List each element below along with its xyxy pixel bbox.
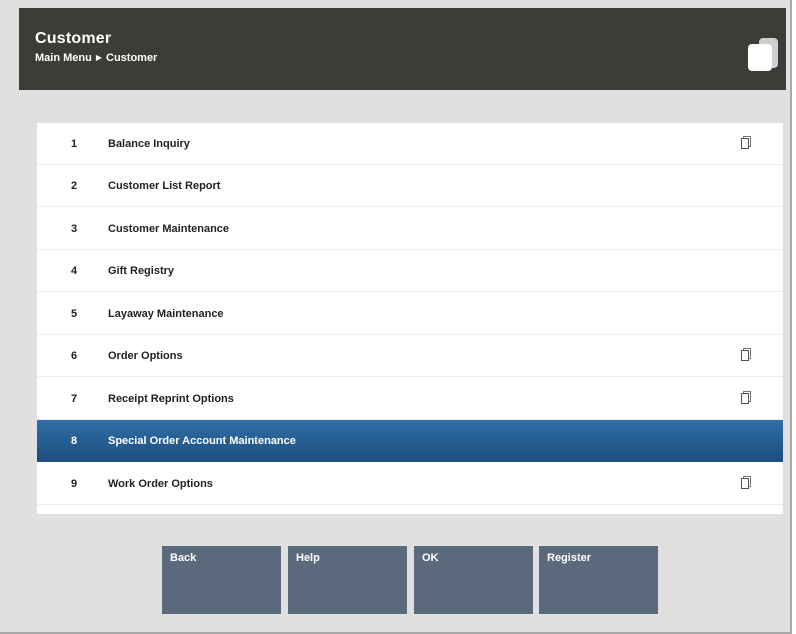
app-window: Customer Main Menu ▶ Customer 1 Balance In… [0,0,792,634]
breadcrumb: Main Menu ▶ Customer [35,52,157,64]
menu-item-number: 1 [71,138,78,150]
header-bar: Customer Main Menu ▶ Customer [19,8,786,90]
back-button[interactable]: Back [162,546,281,614]
ok-button[interactable]: OK [414,546,533,614]
menu-item-work-order-options[interactable]: 9 Work Order Options [37,463,783,505]
menu-item-number: 2 [71,180,78,192]
breadcrumb-item-main-menu[interactable]: Main Menu [35,52,92,64]
menu-item-layaway-maintenance[interactable]: 5 Layaway Maintenance [37,293,783,335]
help-button[interactable]: Help [288,546,407,614]
register-button[interactable]: Register [539,546,658,614]
menu-item-label: Special Order Account Maintenance [108,435,296,447]
help-button-label: Help [296,552,320,564]
app-options-icon[interactable] [746,36,780,72]
menu-item-label: Balance Inquiry [108,138,190,150]
ok-button-label: OK [422,552,439,564]
menu-item-label: Gift Registry [108,265,175,277]
menu-item-label: Work Order Options [108,478,213,490]
menu-item-order-options[interactable]: 6 Order Options [37,335,783,377]
menu-item-label: Layaway Maintenance [108,308,224,320]
menu-item-number: 3 [71,223,78,235]
breadcrumb-arrow-icon: ▶ [95,53,102,62]
submenu-icon [741,391,751,404]
menu-item-number: 9 [71,478,78,490]
menu-item-label: Receipt Reprint Options [108,393,234,405]
menu-item-customer-maintenance[interactable]: 3 Customer Maintenance [37,208,783,250]
page-title: Customer [35,30,112,47]
menu-item-label: Customer Maintenance [108,223,230,235]
menu-item-special-order-account-maintenance[interactable]: 8 Special Order Account Maintenance [37,420,783,462]
menu-item-number: 4 [71,265,78,277]
menu-item-number: 7 [71,393,78,405]
menu-item-gift-registry[interactable]: 4 Gift Registry [37,250,783,292]
submenu-icon [741,136,751,149]
menu-item-label: Order Options [108,350,183,362]
menu-item-label: Customer List Report [108,180,221,192]
menu-item-number: 8 [71,435,78,447]
menu-item-customer-list-report[interactable]: 2 Customer List Report [37,165,783,207]
breadcrumb-item-customer: Customer [106,52,158,64]
register-button-label: Register [547,552,592,564]
menu-item-balance-inquiry[interactable]: 1 Balance Inquiry [37,123,783,165]
menu-item-number: 5 [71,308,78,320]
menu-item-number: 6 [71,350,78,362]
back-button-label: Back [170,552,197,564]
submenu-icon [741,348,751,361]
submenu-icon [741,476,751,489]
menu-item-receipt-reprint-options[interactable]: 7 Receipt Reprint Options [37,378,783,420]
menu-list: 1 Balance Inquiry 2 Customer List Report… [37,123,783,514]
